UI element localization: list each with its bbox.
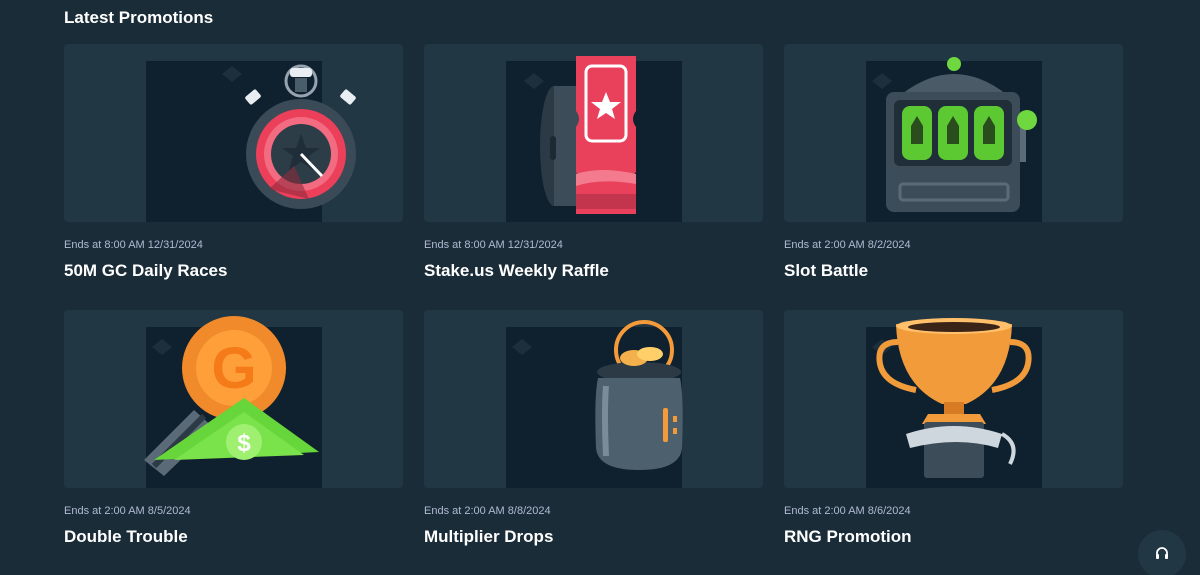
promo-title[interactable]: RNG Promotion [784,527,1123,547]
promo-end-date: Ends at 2:00 AM 8/5/2024 [64,505,191,517]
promo-card[interactable]: G $ Ends at 2:00 AM 8/5/2024 Double Trou… [64,310,403,575]
svg-text:G: G [211,336,256,401]
promo-card[interactable]: Ends at 8:00 AM 12/31/2024 50M GC Daily … [64,44,403,310]
promo-title[interactable]: Stake.us Weekly Raffle [424,261,763,281]
promo-end-date: Ends at 8:00 AM 12/31/2024 [64,239,203,251]
coin-and-cash-icon: G $ [144,316,319,476]
promo-thumbnail[interactable]: G $ [64,310,403,488]
promo-end-date: Ends at 2:00 AM 8/2/2024 [784,239,911,251]
promo-title[interactable]: Double Trouble [64,527,403,547]
promo-thumbnail[interactable] [424,44,763,222]
promo-thumbnail[interactable] [784,44,1123,222]
promo-card[interactable]: Ends at 2:00 AM 8/8/2024 Multiplier Drop… [424,310,763,575]
slot-machine-icon [872,57,1037,212]
promo-end-date: Ends at 2:00 AM 8/6/2024 [784,505,911,517]
promo-thumbnail[interactable] [424,310,763,488]
promo-card[interactable]: Ends at 8:00 AM 12/31/2024 Stake.us Week… [424,44,763,310]
svg-text:$: $ [237,430,251,457]
promo-thumbnail[interactable] [64,44,403,222]
raffle-ticket-icon [524,56,636,214]
promo-title[interactable]: Multiplier Drops [424,527,763,547]
live-support-button[interactable] [1138,530,1186,575]
promo-card[interactable]: Ends at 2:00 AM 8/2/2024 Slot Battle [784,44,1123,310]
promotions-grid: Ends at 8:00 AM 12/31/2024 50M GC Daily … [64,44,1123,575]
promo-card[interactable]: Ends at 2:00 AM 8/6/2024 RNG Promotion [784,310,1123,575]
promo-end-date: Ends at 2:00 AM 8/8/2024 [424,505,551,517]
promo-title[interactable]: Slot Battle [784,261,1123,281]
trophy-icon [872,318,1032,478]
promo-title[interactable]: 50M GC Daily Races [64,261,403,281]
coin-jar-icon [512,320,683,470]
promo-end-date: Ends at 8:00 AM 12/31/2024 [424,239,563,251]
headset-icon [1156,547,1168,559]
promo-thumbnail[interactable] [784,310,1123,488]
section-title: Latest Promotions [64,8,214,27]
stopwatch-icon [222,64,356,209]
